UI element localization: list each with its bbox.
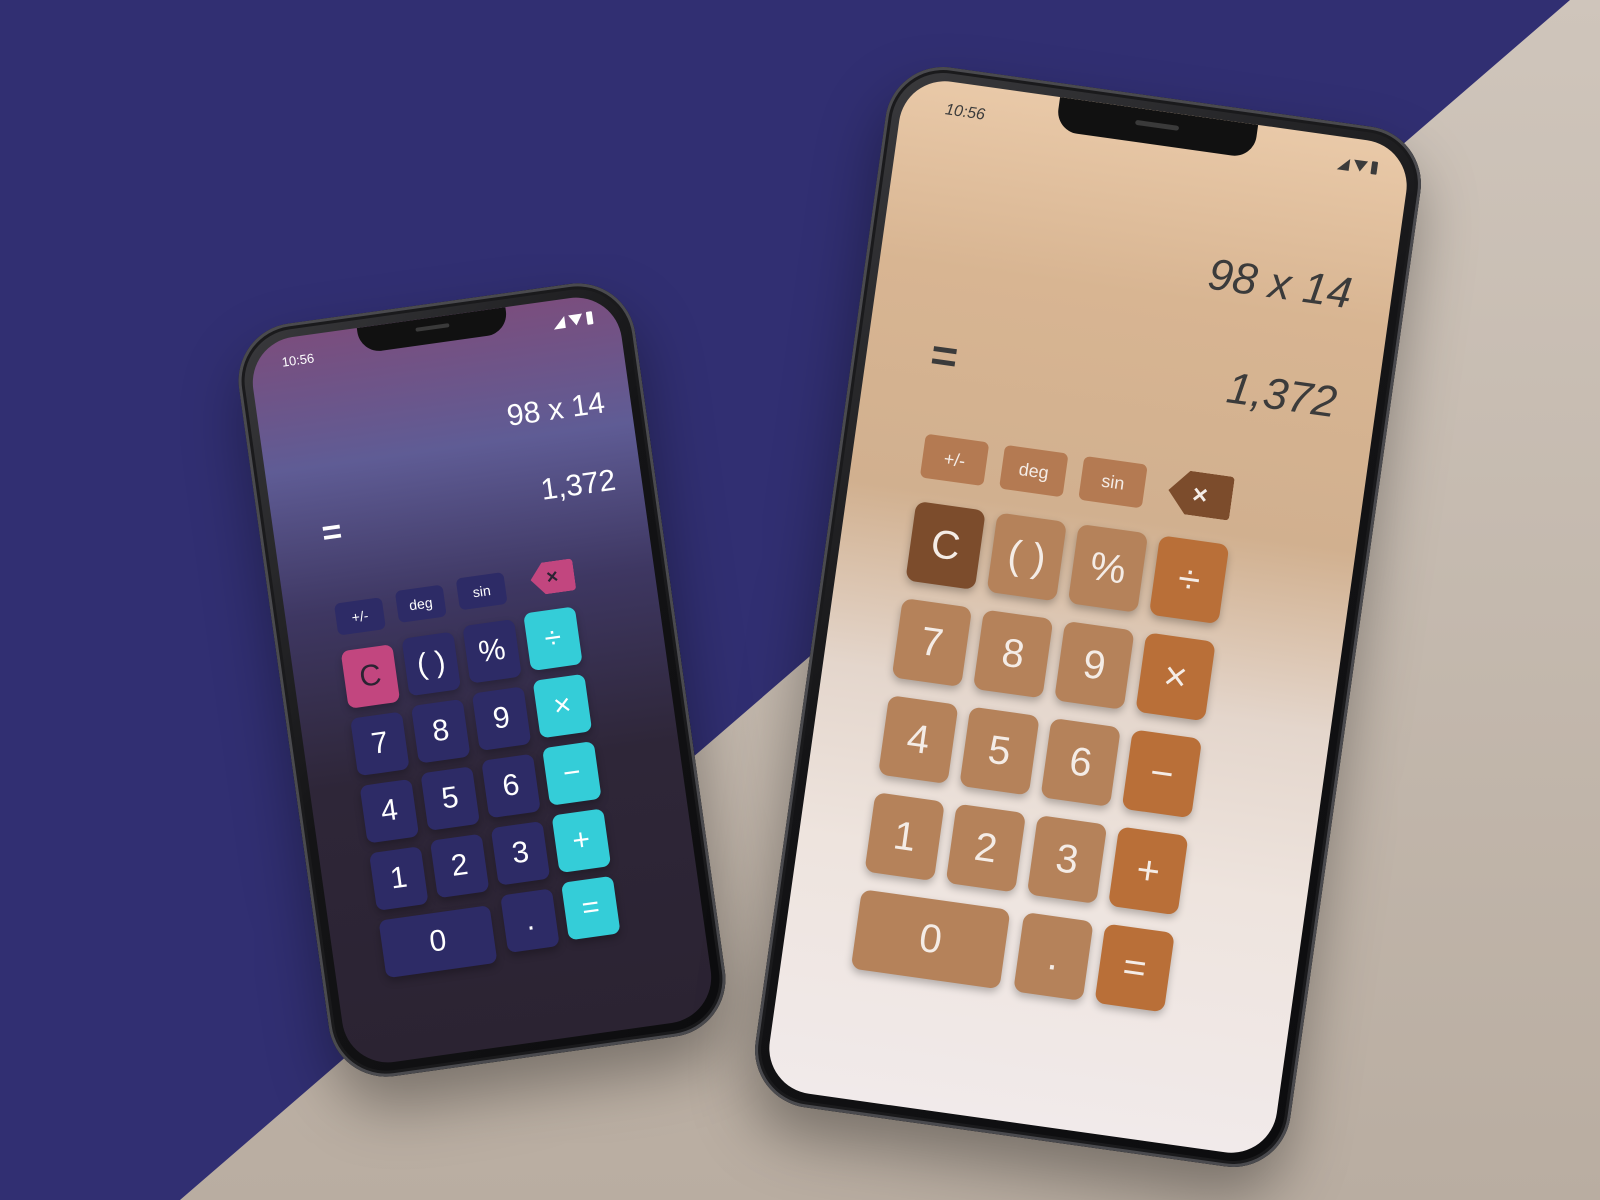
digit-9-button[interactable]: 9 [1054, 620, 1135, 710]
sin-button[interactable]: sin [455, 572, 508, 611]
deg-button[interactable]: deg [394, 584, 447, 623]
signal-icon [1336, 156, 1351, 171]
notch [1055, 97, 1259, 159]
digit-2-button[interactable]: 2 [945, 803, 1027, 893]
digit-9-button[interactable]: 9 [471, 686, 532, 751]
minus-button[interactable]: − [542, 741, 602, 806]
wifi-icon [568, 313, 584, 327]
percent-button[interactable]: % [462, 618, 522, 684]
digit-3-button[interactable]: 3 [490, 820, 551, 886]
speaker [1134, 119, 1180, 131]
digit-2-button[interactable]: 2 [429, 833, 490, 899]
battery-icon [1370, 161, 1379, 175]
equals-button[interactable]: = [1094, 923, 1175, 1013]
expression-display: 98 x 14 [504, 386, 607, 433]
digit-8-button[interactable]: 8 [410, 698, 471, 764]
digit-5-button[interactable]: 5 [420, 766, 480, 831]
digit-8-button[interactable]: 8 [972, 609, 1054, 699]
percent-button[interactable]: % [1067, 523, 1149, 613]
result-display: 1,372 [1223, 363, 1340, 428]
battery-icon [585, 311, 594, 325]
backspace-button[interactable]: × [1165, 468, 1235, 520]
plus-button[interactable]: + [551, 808, 612, 874]
equals-button[interactable]: = [561, 875, 621, 941]
result-display: 1,372 [538, 463, 618, 507]
digit-7-button[interactable]: 7 [350, 711, 410, 777]
minus-button[interactable]: − [1121, 729, 1203, 819]
multiply-button[interactable]: × [1135, 632, 1216, 722]
status-time: 10:56 [944, 101, 987, 124]
deg-button[interactable]: deg [999, 444, 1069, 498]
digit-1-button[interactable]: 1 [369, 846, 429, 911]
status-icons [1336, 156, 1379, 175]
signal-icon [552, 315, 566, 330]
digit-7-button[interactable]: 7 [891, 598, 973, 688]
digit-0-button[interactable]: 0 [850, 889, 1011, 990]
sign-toggle-button[interactable]: +/- [333, 597, 386, 636]
wifi-icon [1352, 159, 1369, 173]
digit-5-button[interactable]: 5 [959, 706, 1040, 796]
digit-4-button[interactable]: 4 [359, 778, 420, 844]
sin-button[interactable]: sin [1078, 455, 1148, 509]
backspace-icon: × [544, 565, 560, 589]
digit-6-button[interactable]: 6 [1040, 717, 1121, 807]
clear-button[interactable]: C [905, 500, 986, 590]
divide-button[interactable]: ÷ [523, 606, 583, 672]
status-time: 10:56 [280, 350, 316, 370]
backspace-icon: × [1190, 478, 1210, 510]
sign-toggle-button[interactable]: +/- [919, 433, 990, 487]
phone-dark-theme: 10:56 98 x 14 = 1,372 +/- deg sin × C ( … [231, 275, 733, 1085]
digit-0-button[interactable]: 0 [378, 905, 498, 979]
backspace-button[interactable]: × [528, 558, 576, 596]
decimal-point-button[interactable]: . [500, 888, 560, 954]
decimal-point-button[interactable]: . [1013, 912, 1094, 1001]
parentheses-button[interactable]: ( ) [986, 512, 1067, 602]
notch [356, 307, 509, 354]
calculator-screen-dark: 10:56 98 x 14 = 1,372 +/- deg sin × C ( … [246, 291, 718, 1069]
plus-button[interactable]: + [1108, 826, 1189, 916]
digit-4-button[interactable]: 4 [878, 695, 959, 785]
divide-button[interactable]: ÷ [1148, 535, 1230, 625]
parentheses-button[interactable]: ( ) [401, 631, 462, 697]
speaker [415, 323, 450, 332]
digit-6-button[interactable]: 6 [481, 753, 541, 819]
clear-button[interactable]: C [340, 644, 401, 709]
expression-display: 98 x 14 [1205, 249, 1355, 319]
digit-3-button[interactable]: 3 [1026, 814, 1108, 904]
digit-1-button[interactable]: 1 [864, 792, 945, 882]
multiply-button[interactable]: × [532, 673, 593, 739]
status-icons [552, 311, 594, 330]
